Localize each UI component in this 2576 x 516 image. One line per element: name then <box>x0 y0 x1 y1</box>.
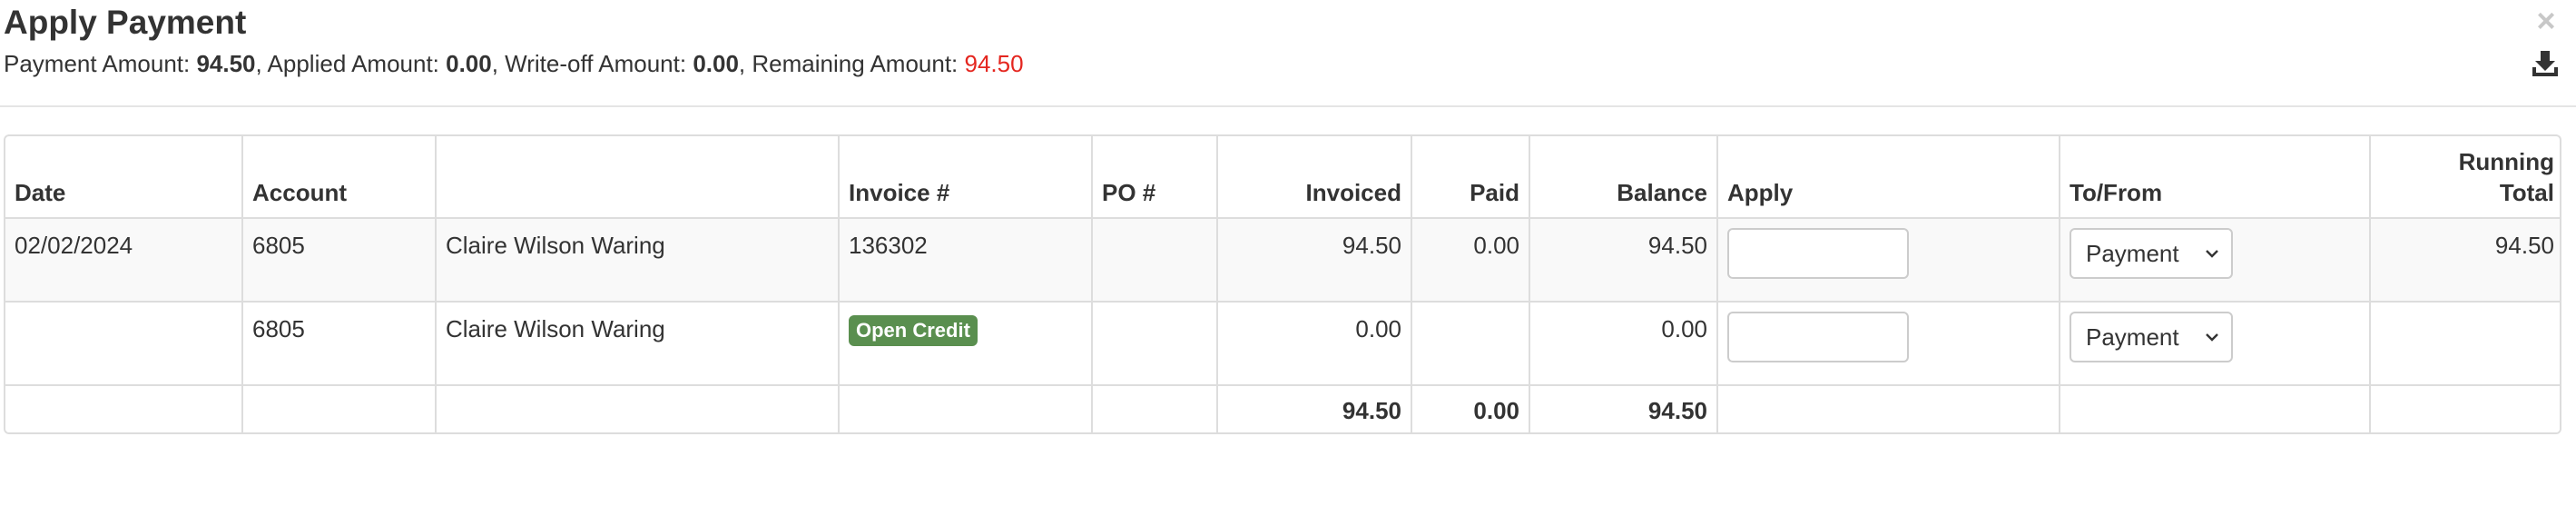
header-running-total-line2: Total <box>2499 179 2554 206</box>
cell-balance: 0.00 <box>1529 302 1718 386</box>
totals-row: 94.50 0.00 94.50 <box>5 385 2560 432</box>
writeoff-amount-value: 0.00 <box>693 50 739 77</box>
totals-empty <box>5 385 243 432</box>
cell-invoice: Open Credit <box>839 302 1093 386</box>
cell-paid: 0.00 <box>1411 218 1530 303</box>
cell-apply <box>1717 218 2060 303</box>
cell-date: 02/02/2024 <box>5 218 243 303</box>
header-balance[interactable]: Balance <box>1529 136 1718 219</box>
totals-empty <box>1092 385 1218 432</box>
cell-name: Claire Wilson Waring <box>436 218 840 303</box>
totals-empty <box>242 385 437 432</box>
chevron-down-icon <box>2206 250 2218 258</box>
header-account[interactable]: Account <box>242 136 437 219</box>
cell-running-total: 94.50 <box>2370 218 2560 303</box>
totals-empty <box>1717 385 2060 432</box>
table-header-row: Date Account Invoice # PO # Invoiced Pai… <box>5 136 2560 219</box>
header-invoice[interactable]: Invoice # <box>839 136 1093 219</box>
chevron-down-icon <box>2206 333 2218 342</box>
cell-po <box>1092 218 1218 303</box>
totals-empty <box>2370 385 2560 432</box>
tofrom-select[interactable]: Payment <box>2070 228 2233 279</box>
payment-table: Date Account Invoice # PO # Invoiced Pai… <box>5 136 2560 432</box>
tofrom-selected-value: Payment <box>2086 240 2179 267</box>
close-icon: × <box>2536 2 2556 39</box>
cell-paid <box>1411 302 1530 386</box>
close-button[interactable]: × <box>2532 2 2560 39</box>
cell-po <box>1092 302 1218 386</box>
download-icon <box>2532 51 2558 76</box>
applied-amount-value: 0.00 <box>446 50 492 77</box>
header-paid[interactable]: Paid <box>1411 136 1530 219</box>
header-running-total-line1: Running <box>2458 148 2554 175</box>
total-balance: 94.50 <box>1529 385 1718 432</box>
modal-title: Apply Payment <box>4 4 247 41</box>
cell-balance: 94.50 <box>1529 218 1718 303</box>
header-po[interactable]: PO # <box>1092 136 1218 219</box>
header-invoiced[interactable]: Invoiced <box>1217 136 1412 219</box>
totals-empty <box>436 385 840 432</box>
totals-empty <box>2060 385 2371 432</box>
header-date[interactable]: Date <box>5 136 243 219</box>
table-row: 6805 Claire Wilson Waring Open Credit 0.… <box>5 302 2560 386</box>
totals-empty <box>839 385 1093 432</box>
header-apply: Apply <box>1717 136 2060 219</box>
remaining-amount-label: , Remaining Amount: <box>738 50 965 77</box>
cell-invoiced: 94.50 <box>1217 218 1412 303</box>
cell-invoiced: 0.00 <box>1217 302 1412 386</box>
cell-apply <box>1717 302 2060 386</box>
cell-account: 6805 <box>242 302 437 386</box>
payment-table-container: Date Account Invoice # PO # Invoiced Pai… <box>4 134 2561 434</box>
payment-summary: Payment Amount: 94.50, Applied Amount: 0… <box>4 47 1024 80</box>
payment-amount-value: 94.50 <box>196 50 256 77</box>
cell-invoice: 136302 <box>839 218 1093 303</box>
header-running-total: Running Total <box>2370 136 2560 219</box>
total-paid: 0.00 <box>1411 385 1530 432</box>
writeoff-amount-label: , Write-off Amount: <box>491 50 693 77</box>
open-credit-badge: Open Credit <box>849 315 978 346</box>
tofrom-selected-value: Payment <box>2086 323 2179 351</box>
cell-name: Claire Wilson Waring <box>436 302 840 386</box>
apply-amount-input[interactable] <box>1727 228 1909 279</box>
payment-amount-label: Payment Amount: <box>4 50 197 77</box>
cell-tofrom: Payment <box>2060 302 2371 386</box>
table-row: 02/02/2024 6805 Claire Wilson Waring 136… <box>5 218 2560 303</box>
apply-amount-input[interactable] <box>1727 312 1909 362</box>
remaining-amount-value: 94.50 <box>964 50 1024 77</box>
export-button[interactable] <box>2531 47 2560 78</box>
modal-header: Apply Payment Payment Amount: 94.50, App… <box>0 0 2576 107</box>
header-tofrom: To/From <box>2060 136 2371 219</box>
tofrom-select[interactable]: Payment <box>2070 312 2233 362</box>
header-name <box>436 136 840 219</box>
cell-tofrom: Payment <box>2060 218 2371 303</box>
cell-account: 6805 <box>242 218 437 303</box>
total-invoiced: 94.50 <box>1217 385 1412 432</box>
cell-date <box>5 302 243 386</box>
cell-running-total <box>2370 302 2560 386</box>
applied-amount-label: , Applied Amount: <box>255 50 447 77</box>
